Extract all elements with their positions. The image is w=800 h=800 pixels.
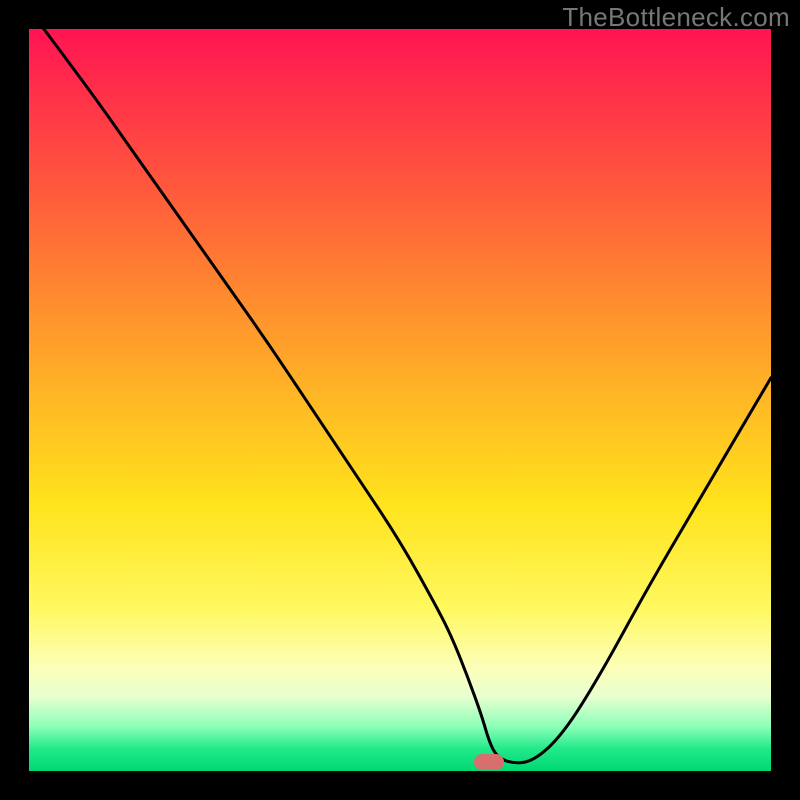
optimal-marker [474,754,504,770]
chart-frame: TheBottleneck.com [0,0,800,800]
curve-svg [29,29,771,771]
watermark-text: TheBottleneck.com [562,2,790,33]
bottleneck-curve [44,29,771,763]
plot-area [29,29,771,771]
